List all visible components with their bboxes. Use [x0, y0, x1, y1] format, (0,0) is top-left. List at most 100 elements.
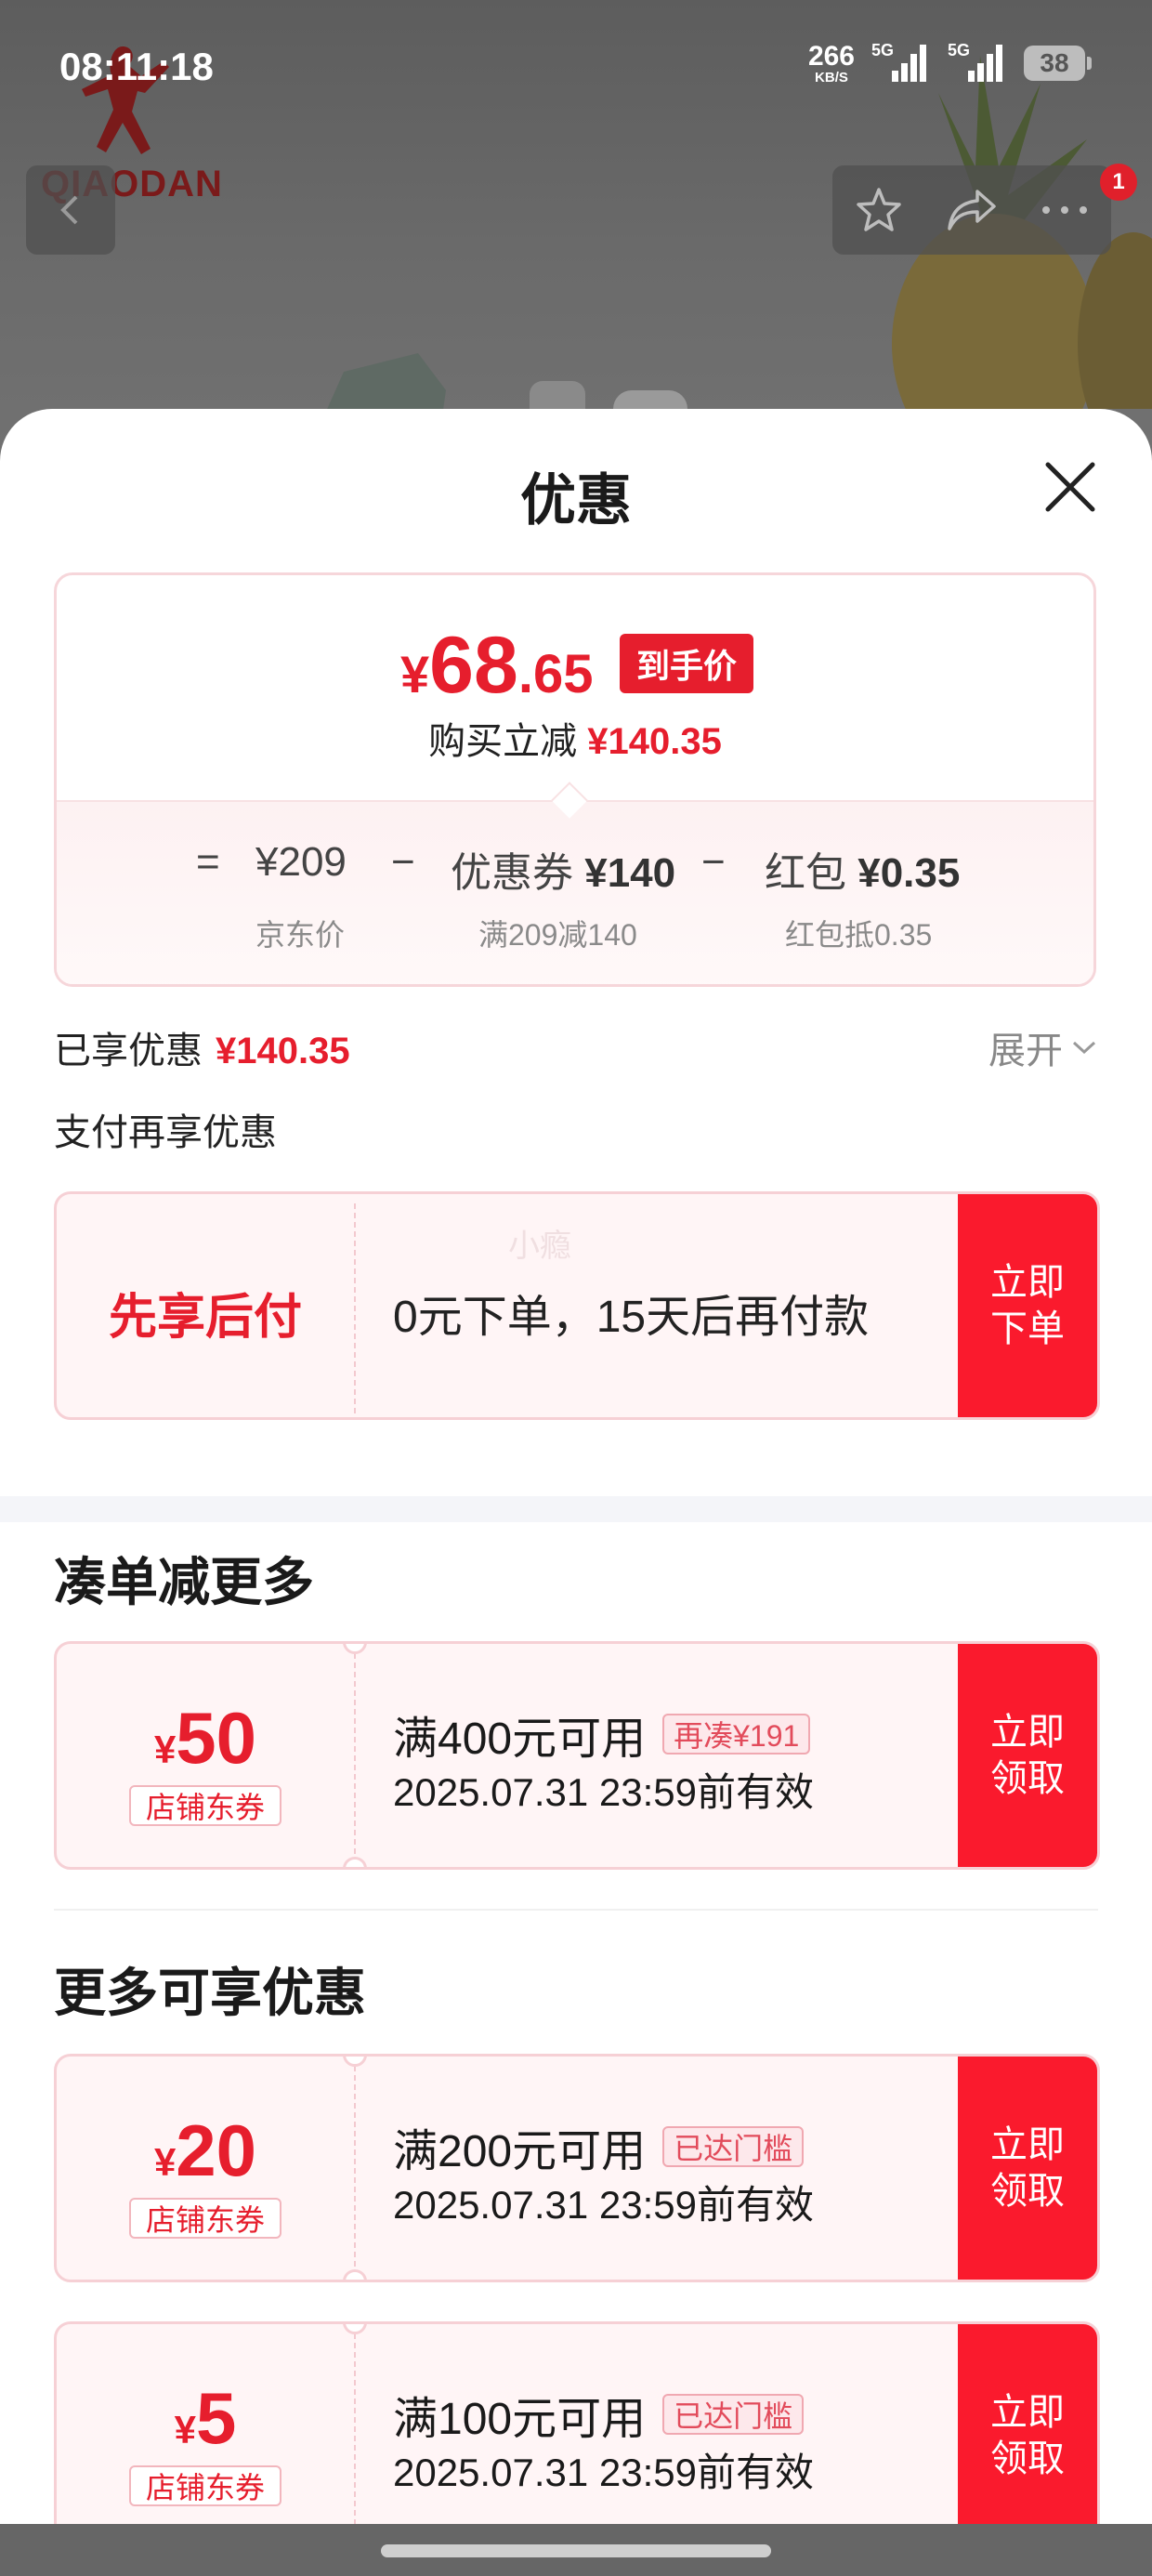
back-button[interactable]: [26, 165, 115, 255]
coupon-threshold-tag: 已达门槛: [662, 2126, 805, 2167]
coupon-threshold-tag: 已达门槛: [662, 2394, 805, 2435]
section-separator: [0, 1496, 1152, 1522]
coupon-left: ¥5 店铺东券: [57, 2324, 354, 2528]
coupon-condition: 满200元可用: [393, 2127, 647, 2176]
coupon-card: ¥50 店铺东券 满400元可用 再凑¥191 2025.07.31 23:59…: [54, 1641, 1100, 1870]
signal-1-label: 5G: [871, 41, 895, 59]
coupon-type-badge: 店铺东券: [129, 2198, 281, 2239]
claim-coupon-label: 立即领取: [990, 2124, 1065, 2212]
reduction-label: 购买立减: [428, 721, 578, 762]
price-summary-top: ¥68.65 到手价 购买立减 ¥140.35: [57, 575, 1093, 800]
coupon-card: ¥20 店铺东券 满200元可用 已达门槛 2025.07.31 23:59前有…: [54, 2054, 1100, 2282]
bnpl-order-button[interactable]: 立即下单: [958, 1194, 1097, 1417]
redpack-amount: ¥0.35: [857, 850, 961, 896]
redpack-sub-label: 红包抵0.35: [785, 918, 933, 952]
ticket-divider: [354, 2333, 356, 2528]
coupon-left: ¥20 店铺东券: [57, 2057, 354, 2280]
signal-2-icon: 5G: [948, 41, 1007, 85]
ticket-hole: [343, 1857, 367, 1867]
ticket-divider: [354, 2066, 356, 2276]
minus-sign-1: −: [391, 839, 415, 885]
claim-coupon-label: 立即领取: [990, 2392, 1065, 2479]
claim-coupon-button[interactable]: 立即领取: [958, 2324, 1097, 2528]
coupon-amount: ¥140: [584, 850, 676, 896]
coupon-threshold-tag: 再凑¥191: [662, 1714, 811, 1755]
pay-more-label: 支付再享优惠: [54, 1112, 277, 1153]
discount-sheet: 优惠 ¥68.65 到手价 购买立减 ¥140.35 = ¥209 − 优惠券 …: [0, 409, 1152, 2528]
coupon-currency: ¥: [174, 2408, 196, 2451]
ticket-hole: [343, 2269, 367, 2280]
expand-toggle[interactable]: 展开: [988, 1020, 1098, 1074]
star-icon: [857, 188, 901, 231]
enjoyed-label: 已享优惠: [54, 1031, 203, 1071]
bnpl-card: 先享后付 小瘾 0元下单，15天后再付款 立即下单: [54, 1191, 1100, 1420]
final-price-tag: 到手价: [620, 634, 753, 693]
coupon-breakdown: 优惠券 ¥140: [451, 839, 675, 899]
coupon-value: ¥20: [57, 2109, 354, 2193]
coupon-label: 优惠券: [451, 850, 573, 896]
claim-coupon-button[interactable]: 立即领取: [958, 2057, 1097, 2280]
enjoyed-discount: 已享优惠 ¥140.35: [54, 1020, 350, 1074]
coupon-card: ¥5 店铺东券 满100元可用 已达门槛 2025.07.31 23:59前有效…: [54, 2321, 1100, 2528]
final-price-currency: ¥: [400, 645, 430, 703]
network-speed: 266 KB/S: [808, 42, 855, 85]
expand-label: 展开: [988, 1031, 1063, 1071]
final-price-decimal: .65: [517, 644, 594, 704]
coupon-condition-row: 满100元可用 已达门槛: [393, 2382, 805, 2447]
section-title-combine: 凑单减更多: [54, 1553, 314, 1611]
coupon-validity: 2025.07.31 23:59前有效: [393, 1770, 814, 1814]
price-summary-card: ¥68.65 到手价 购买立减 ¥140.35 = ¥209 − 优惠券 ¥14…: [54, 572, 1096, 987]
notification-badge: 1: [1100, 164, 1137, 201]
top-action-bar: [832, 165, 1111, 255]
coupon-currency: ¥: [153, 1728, 177, 1771]
share-icon: [948, 190, 996, 230]
coupon-value: ¥50: [57, 1696, 354, 1781]
close-icon[interactable]: [1039, 455, 1102, 519]
redpack-label: 红包: [765, 850, 846, 896]
redpack-breakdown: 红包 ¥0.35: [765, 839, 960, 899]
battery-level: 38: [1040, 48, 1069, 77]
coupon-left: ¥50 店铺东券: [57, 1644, 354, 1867]
coupon-type-badge: 店铺东券: [129, 2465, 281, 2506]
coupon-amount: 20: [176, 2109, 257, 2191]
coupon-validity: 2025.07.31 23:59前有效: [393, 2183, 814, 2227]
coupon-currency: ¥: [153, 2140, 177, 2184]
more-button[interactable]: [1028, 173, 1102, 247]
coupon-sub-label: 满209减140: [478, 918, 637, 952]
system-nav-bar: [0, 2524, 1152, 2576]
product-page-background: QIAODAN 08:11:18 266 KB/S 5G 5G 38 1: [0, 0, 1152, 446]
claim-coupon-label: 立即领取: [990, 1712, 1065, 1799]
bnpl-order-label: 立即下单: [990, 1262, 1065, 1349]
signal-2-label: 5G: [948, 41, 971, 59]
coupon-condition: 满400元可用: [393, 1715, 647, 1764]
jd-price: ¥209: [255, 839, 347, 885]
jd-price-label: 京东价: [255, 918, 346, 952]
back-arrow-icon: [60, 195, 78, 225]
minus-sign-2: −: [701, 839, 726, 885]
price-breakdown: = ¥209 − 优惠券 ¥140 − 红包 ¥0.35 京东价 满209减14…: [57, 800, 1093, 984]
final-price: ¥68.65: [400, 620, 593, 712]
watermark-text: 小瘾: [508, 1229, 571, 1264]
more-icon: [1042, 206, 1087, 214]
share-button[interactable]: [935, 173, 1009, 247]
coupon-condition: 满100元可用: [393, 2395, 647, 2444]
bnpl-title: 先享后付: [108, 1291, 302, 1345]
favorite-button[interactable]: [842, 173, 916, 247]
equals-sign: =: [196, 839, 220, 885]
chevron-down-icon: [1072, 1041, 1096, 1055]
claim-coupon-button[interactable]: 立即领取: [958, 1644, 1097, 1867]
coupon-type-badge: 店铺东券: [129, 1785, 281, 1826]
reduction-amount: ¥140.35: [587, 721, 722, 762]
home-gesture-handle[interactable]: [381, 2544, 771, 2557]
signal-1-icon: 5G: [871, 41, 931, 85]
purchase-reduction: 购买立减 ¥140.35: [57, 711, 1093, 765]
coupon-value: ¥5: [57, 2376, 354, 2461]
sheet-title: 优惠: [520, 469, 632, 532]
coupon-amount: 5: [195, 2377, 237, 2459]
coupon-condition-row: 满400元可用 再凑¥191: [393, 1702, 811, 1767]
ticket-divider: [354, 1203, 356, 1413]
bnpl-left: 先享后付: [57, 1194, 354, 1417]
battery-icon: 38: [1024, 46, 1092, 81]
network-speed-unit: KB/S: [815, 69, 848, 85]
final-price-integer: 68: [429, 621, 518, 710]
